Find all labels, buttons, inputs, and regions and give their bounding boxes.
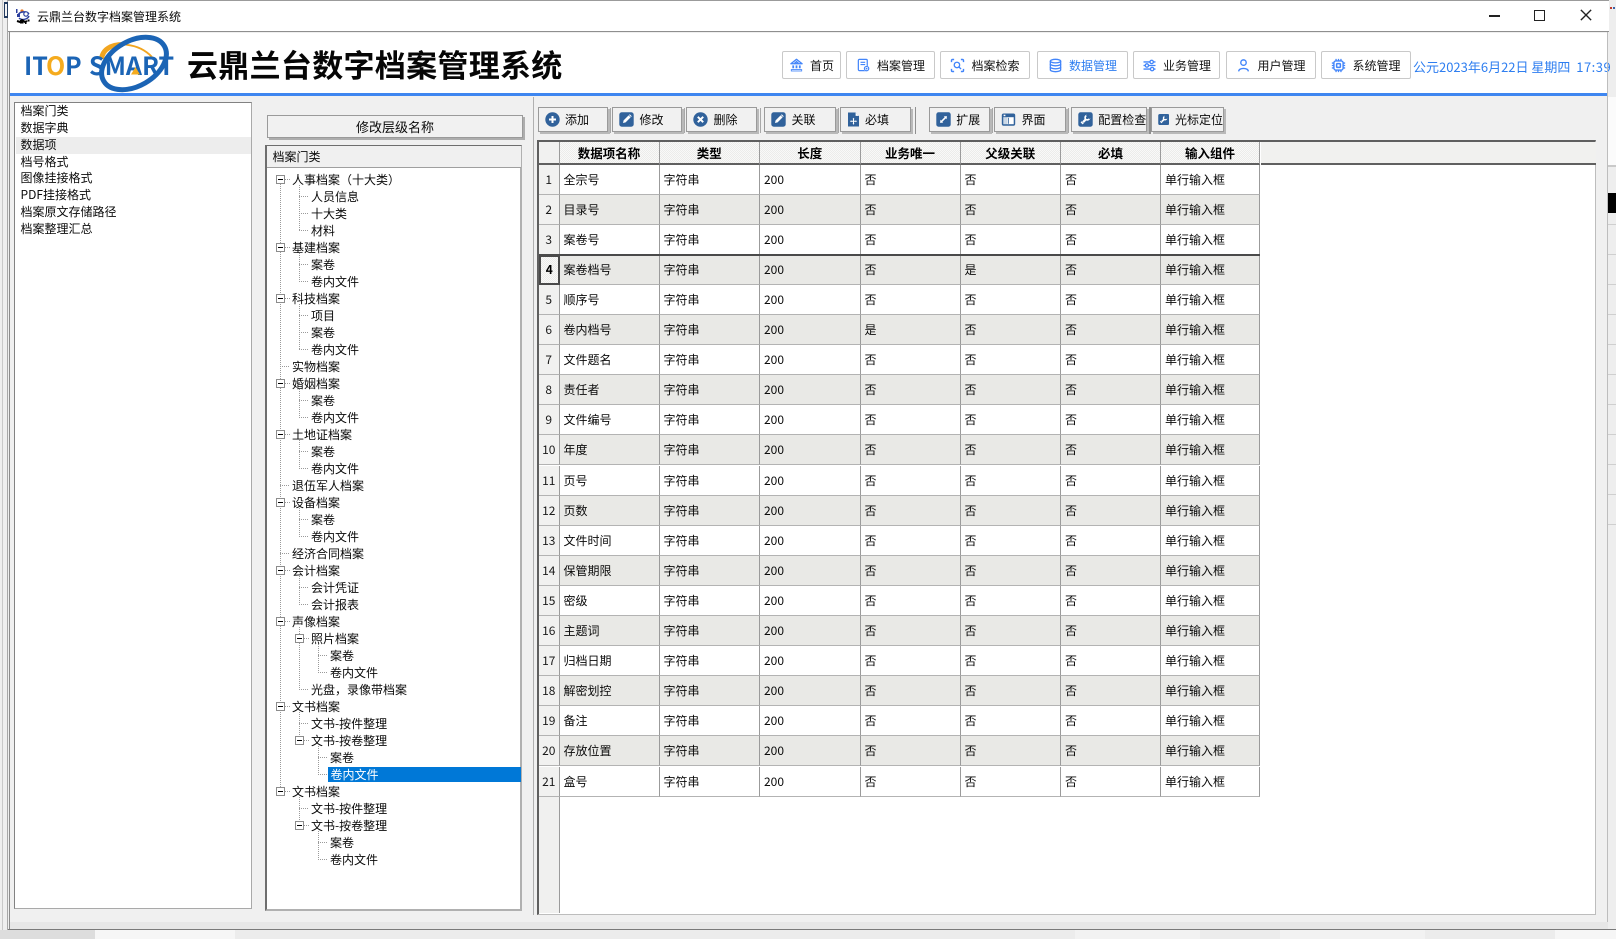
svg-text:SMART: SMART [89,47,174,83]
svg-text:P: P [65,47,82,83]
svg-text:O: O [46,47,65,83]
svg-text:IT: IT [24,47,48,83]
